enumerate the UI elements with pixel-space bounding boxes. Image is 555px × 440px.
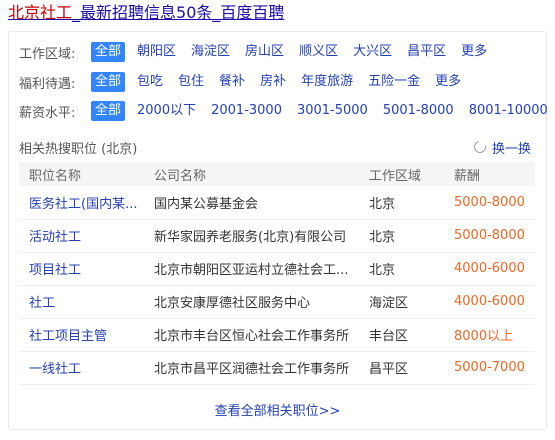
related-section-header: 相关热搜职位 (北京) 换一换 (19, 137, 531, 157)
title-rest: _最新招聘信息50条_百度百聘 (72, 3, 285, 22)
title-highlight: 北京社工 (8, 3, 73, 22)
job-table: 职位名称 公司名称 工作区域 薪酬 医务社工(国内某... 国内某公募基金会 北… (19, 162, 535, 385)
work-area: 海淀区 (369, 296, 409, 311)
work-area: 北京 (369, 230, 396, 245)
company-name: 新华家园养老服务(北京)有限公司 (154, 230, 347, 245)
salary: 8000以上 (454, 329, 514, 344)
company-name: 北京安康厚德社区服务中心 (154, 296, 311, 311)
filter-salary-3001-5000[interactable]: 3001-5000 (294, 101, 371, 121)
result-title[interactable]: 北京社工_最新招聘信息50条_百度百聘 (8, 2, 284, 24)
header-salary: 薪酬 (454, 168, 481, 184)
filter-benefits-meals[interactable]: 包吃 (134, 72, 166, 92)
company-name: 北京市丰台区恒心社会工作事务所 (154, 329, 350, 344)
filter-benefits-more[interactable]: 更多 (432, 72, 464, 92)
filter-benefits-housing[interactable]: 包住 (175, 72, 207, 92)
filter-salary-all[interactable]: 全部 (91, 101, 126, 121)
salary: 5000-8000 (454, 228, 525, 243)
filter-label-area: 工作区域: (19, 46, 76, 62)
work-area: 丰台区 (369, 329, 409, 344)
filter-benefits-housing-allowance[interactable]: 房补 (257, 72, 289, 92)
refresh-button[interactable]: 换一换 (471, 138, 531, 157)
job-title-link[interactable]: 医务社工(国内某... (19, 186, 144, 219)
filter-area-fangshan[interactable]: 房山区 (242, 42, 287, 62)
view-all-jobs-link[interactable]: 查看全部相关职位>> (215, 404, 341, 419)
filter-area-haidian[interactable]: 海淀区 (188, 42, 233, 62)
job-title-link[interactable]: 社工项目主管 (19, 318, 144, 351)
filter-area-more[interactable]: 更多 (458, 42, 490, 62)
company-name: 北京市朝阳区亚运村立德社会工... (154, 263, 349, 278)
filter-salary-2001-3000[interactable]: 2001-3000 (208, 101, 285, 121)
more-jobs-container: 查看全部相关职位>> (0, 400, 555, 419)
job-title-link[interactable]: 社工 (19, 285, 144, 318)
filter-area-daxing[interactable]: 大兴区 (350, 42, 395, 62)
filter-row-salary: 薪资水平: 全部 2000以下 2001-3000 3001-5000 5001… (19, 101, 555, 121)
filter-salary-5001-8000[interactable]: 5001-8000 (380, 101, 457, 121)
table-header-row: 职位名称 公司名称 工作区域 薪酬 (19, 162, 535, 186)
filter-row-area: 工作区域: 全部 朝阳区 海淀区 房山区 顺义区 大兴区 昌平区 更多 (19, 42, 499, 62)
filter-label-salary: 薪资水平: (19, 105, 76, 121)
company-name: 国内某公募基金会 (154, 196, 259, 212)
salary: 5000-8000 (454, 194, 525, 210)
filter-area-shunyi[interactable]: 顺义区 (296, 42, 341, 62)
filter-area-chaoyang[interactable]: 朝阳区 (134, 42, 179, 62)
related-section-title: 相关热搜职位 (北京) (19, 141, 138, 157)
refresh-label: 换一换 (491, 141, 531, 157)
table-row[interactable]: 活动社工 新华家园养老服务(北京)有限公司 北京 5000-8000 (19, 219, 535, 252)
table-row[interactable]: 项目社工 北京市朝阳区亚运村立德社会工... 北京 4000-6000 (19, 252, 535, 285)
filter-benefits-all[interactable]: 全部 (91, 72, 126, 92)
result-title-link[interactable]: 北京社工_最新招聘信息50条_百度百聘 (8, 3, 284, 22)
refresh-icon (471, 138, 489, 156)
header-company: 公司名称 (154, 168, 207, 184)
job-title-link[interactable]: 活动社工 (19, 219, 144, 252)
filter-benefits-annual-travel[interactable]: 年度旅游 (298, 72, 356, 92)
table-row[interactable]: 一线社工 北京市昌平区润德社会工作事务所 昌平区 5000-7000 (19, 351, 535, 384)
company-name: 北京市昌平区润德社会工作事务所 (154, 362, 350, 377)
filter-salary-8001-10000[interactable]: 8001-10000 (466, 101, 551, 121)
salary: 4000-6000 (454, 294, 525, 309)
filter-area-changping[interactable]: 昌平区 (404, 42, 449, 62)
filter-label-benefits: 福利待遇: (19, 76, 76, 92)
job-title-link[interactable]: 项目社工 (19, 252, 144, 285)
header-area: 工作区域 (369, 168, 422, 184)
table-row[interactable]: 社工项目主管 北京市丰台区恒心社会工作事务所 丰台区 8000以上 (19, 318, 535, 351)
salary: 5000-7000 (454, 360, 525, 375)
job-title-link[interactable]: 一线社工 (19, 351, 144, 384)
salary: 4000-6000 (454, 261, 525, 276)
work-area: 北京 (369, 196, 396, 212)
table-row[interactable]: 医务社工(国内某... 国内某公募基金会 北京 5000-8000 (19, 186, 535, 219)
work-area: 北京 (369, 263, 396, 278)
filter-row-benefits: 福利待遇: 全部 包吃 包住 餐补 房补 年度旅游 五险一金 更多 (19, 72, 473, 92)
header-job: 职位名称 (29, 168, 82, 184)
filter-benefits-meal-allowance[interactable]: 餐补 (216, 72, 248, 92)
filter-salary-under-2000[interactable]: 2000以下 (134, 101, 199, 121)
table-row[interactable]: 社工 北京安康厚德社区服务中心 海淀区 4000-6000 (19, 285, 535, 318)
filter-benefits-insurance[interactable]: 五险一金 (365, 72, 423, 92)
filter-area-all[interactable]: 全部 (91, 42, 126, 62)
work-area: 昌平区 (369, 362, 409, 377)
